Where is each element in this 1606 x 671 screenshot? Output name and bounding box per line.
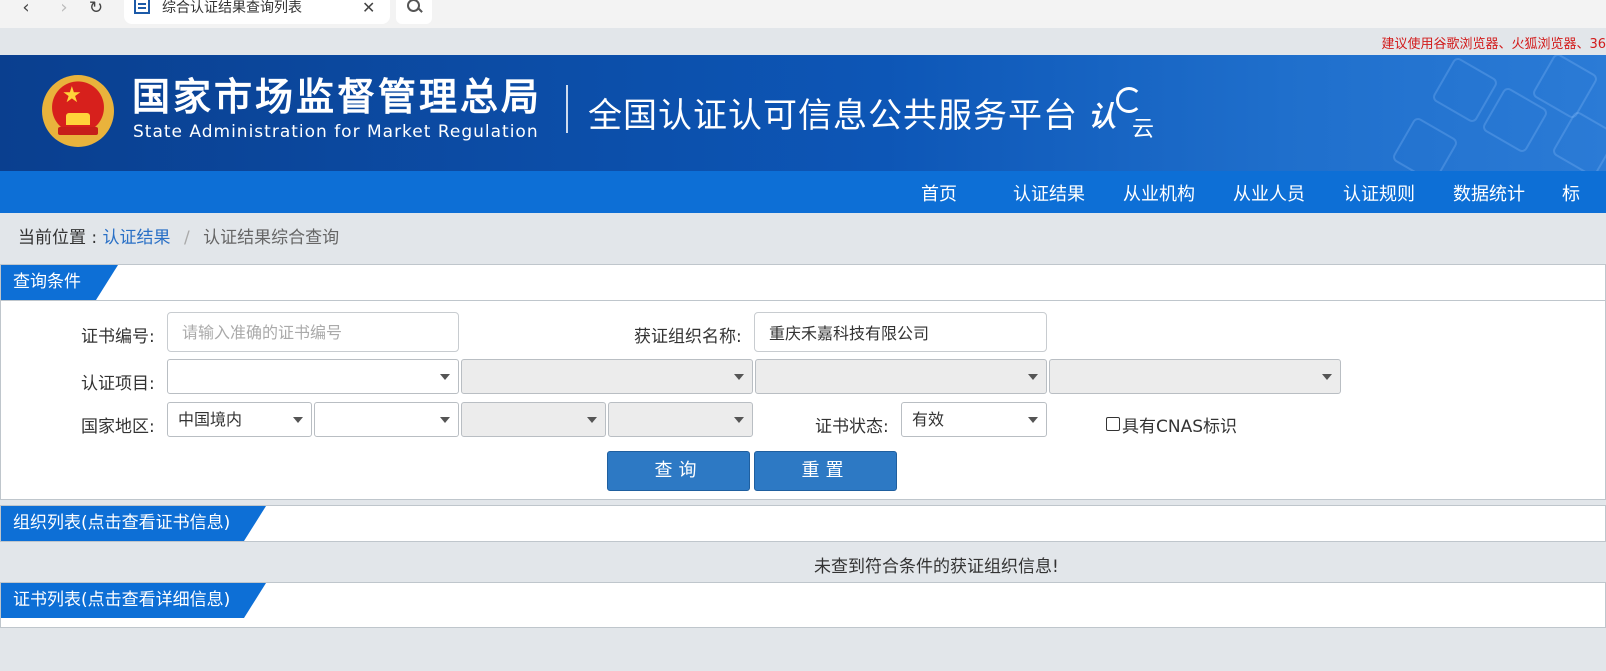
region-select-value: 中国境内 (178, 410, 243, 429)
reset-button[interactable]: 重置 (754, 451, 897, 491)
region-select-country[interactable]: 中国境内 (167, 402, 312, 437)
org-name-label: 获证组织名称: (634, 327, 742, 347)
status-select[interactable]: 有效 (901, 402, 1047, 437)
tab-title: 综合认证结果查询列表 (162, 0, 302, 16)
decorative-hexagon (1390, 115, 1460, 171)
renyun-logo: 认 云 (1088, 87, 1162, 145)
checkbox-icon[interactable] (1106, 417, 1120, 431)
project-select-3[interactable] (755, 359, 1047, 394)
chevron-down-icon (1322, 374, 1332, 380)
decorative-hexagon (1550, 109, 1606, 171)
cnas-label: 具有CNAS标识 (1122, 417, 1238, 437)
project-select-2[interactable] (461, 359, 753, 394)
breadcrumb-current: 认证结果综合查询 (203, 228, 340, 248)
reload-icon[interactable]: ↻ (84, 0, 108, 22)
platform-title: 全国认证认可信息公共服务平台 (588, 96, 1078, 136)
back-arrow-icon[interactable]: ‹ (14, 0, 38, 22)
breadcrumb-link-cert-results[interactable]: 认证结果 (103, 228, 171, 248)
agency-name-en: State Administration for Market Regulati… (133, 122, 539, 142)
chevron-down-icon (587, 417, 597, 423)
region-select-city[interactable] (461, 402, 606, 437)
nav-item-rules[interactable]: 认证规则 (1343, 180, 1415, 206)
national-emblem-icon: ★ (42, 75, 114, 147)
panel-divider (1, 300, 1605, 301)
breadcrumb-separator: / (183, 228, 190, 248)
region-label: 国家地区: (81, 417, 155, 437)
search-icon[interactable] (396, 0, 432, 24)
cert-no-label: 证书编号: (81, 327, 155, 347)
nav-item-statistics[interactable]: 数据统计 (1453, 180, 1525, 206)
org-list-title: 组织列表(点击查看证书信息) (1, 506, 266, 541)
chevron-down-icon (440, 374, 450, 380)
chevron-down-icon (440, 417, 450, 423)
cnas-checkbox[interactable]: 具有CNAS标识 (1106, 412, 1237, 437)
project-label: 认证项目: (81, 374, 155, 394)
browser-tab[interactable]: 综合认证结果查询列表 ✕ (124, 0, 390, 24)
agency-name-cn: 国家市场监督管理总局 (132, 75, 543, 119)
chevron-down-icon (1028, 417, 1038, 423)
page-favicon-icon (134, 0, 150, 14)
project-select-4[interactable] (1049, 359, 1341, 394)
chevron-down-icon (734, 374, 744, 380)
main-nav: 首页 认证结果 从业机构 从业人员 认证规则 数据统计 标 (0, 171, 1606, 213)
chevron-down-icon (734, 417, 744, 423)
chevron-down-icon (293, 417, 303, 423)
status-label: 证书状态: (815, 417, 889, 437)
region-select-district[interactable] (608, 402, 753, 437)
cert-list-panel: 证书列表(点击查看详细信息) (0, 582, 1606, 628)
browser-recommendation-notice: 建议使用谷歌浏览器、火狐浏览器、36 (1381, 37, 1606, 52)
cert-list-title: 证书列表(点击查看详细信息) (1, 583, 266, 618)
breadcrumb-prefix: 当前位置 : (18, 228, 98, 248)
site-header: ★ 国家市场监督管理总局 State Administration for Ma… (0, 55, 1606, 171)
header-divider (566, 85, 568, 133)
chevron-down-icon (1028, 374, 1038, 380)
status-select-value: 有效 (912, 410, 945, 429)
breadcrumb: 当前位置 : 认证结果 / 认证结果综合查询 (18, 223, 339, 248)
forward-arrow-icon[interactable]: › (52, 0, 76, 22)
cert-no-input[interactable] (167, 312, 459, 352)
search-button[interactable]: 查询 (607, 451, 750, 491)
org-name-input[interactable] (754, 312, 1047, 352)
close-tab-icon[interactable]: ✕ (362, 0, 375, 17)
nav-item-institutions[interactable]: 从业机构 (1123, 180, 1195, 206)
browser-toolbar: ‹ › ↻ 综合认证结果查询列表 ✕ (0, 0, 1606, 28)
query-panel-title: 查询条件 (1, 265, 118, 300)
nav-item-personnel[interactable]: 从业人员 (1233, 180, 1305, 206)
nav-item-home[interactable]: 首页 (921, 180, 957, 206)
project-select-1[interactable] (167, 359, 459, 394)
nav-item-cert-results[interactable]: 认证结果 (1013, 180, 1085, 206)
region-select-province[interactable] (314, 402, 459, 437)
org-list-empty-message: 未查到符合条件的获证组织信息! (814, 557, 1059, 577)
org-list-panel: 组织列表(点击查看证书信息) (0, 505, 1606, 542)
nav-item-standards[interactable]: 标 (1562, 180, 1580, 206)
